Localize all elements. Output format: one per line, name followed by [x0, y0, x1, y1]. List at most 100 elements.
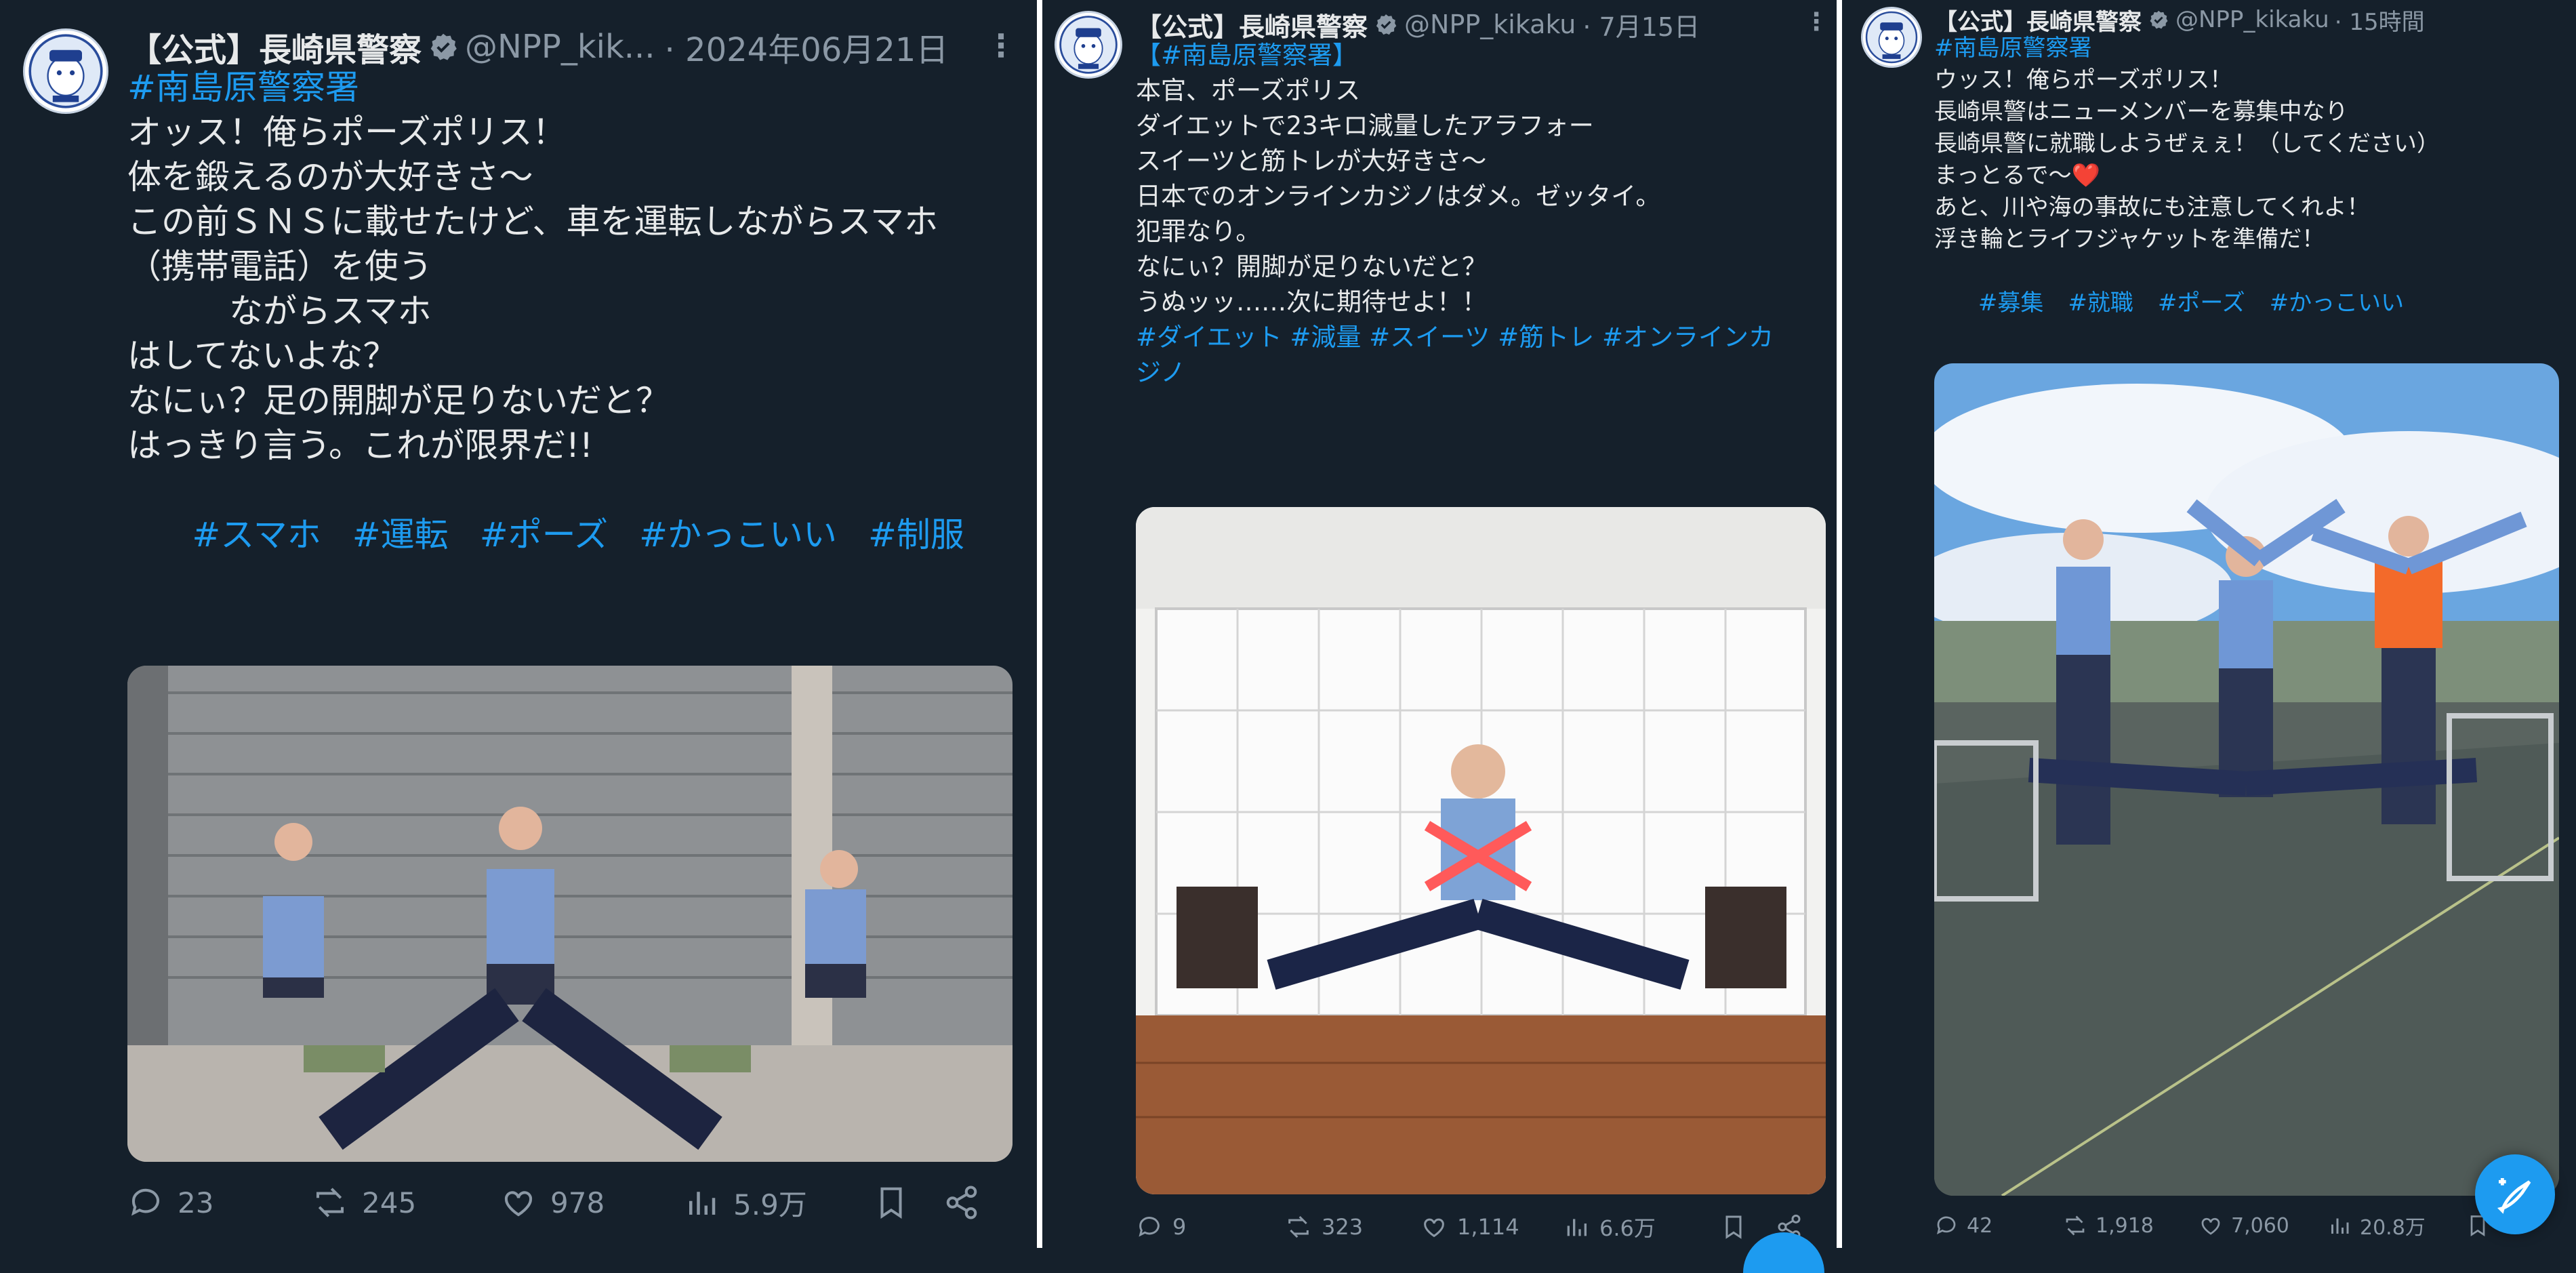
reply-button[interactable]: 42: [1934, 1213, 1992, 1238]
bookmark-icon: [1725, 1215, 1742, 1239]
text-line: なにぃ？開脚が足りないだと？: [1136, 252, 1487, 281]
compose-post-icon: [2497, 1178, 2531, 1214]
verified-badge-icon: [428, 32, 458, 62]
tweet-1[interactable]: 【公式】長崎県警察 @NPP_kik... · 2024年06月21日 ⋮ #南…: [0, 0, 1037, 1248]
hashtag-link[interactable]: #南島原警察署: [127, 65, 996, 110]
view-count: 20.8万: [2360, 1216, 2426, 1240]
text-line: ながらスマホ: [127, 291, 432, 331]
hashtag-row: #スマホ #運転 #ポーズ #かっこいい #制服: [127, 468, 996, 602]
repost-icon: [2066, 1215, 2085, 1236]
like-count: 7,060: [2231, 1213, 2289, 1238]
action-bar: 42 1,918 7,060 20.8万: [1934, 1211, 2571, 1240]
text-line: 長崎県警はニューメンバーを募集中なり: [1934, 98, 2348, 125]
hashtag-link[interactable]: #就職: [2068, 289, 2133, 317]
repost-count: 245: [362, 1186, 417, 1219]
more-options-icon[interactable]: ⋮: [1804, 8, 1828, 36]
view-count: 6.6万: [1599, 1215, 1656, 1241]
text-line: ダイエットで23キロ減量したアラフォー: [1136, 111, 1594, 140]
tweet-text: #南島原警察署 ウッス！俺らポーズポリス！ 長崎県警はニューメンバーを募集中なり…: [1934, 33, 2440, 351]
action-bar: 23 245 978 5.9万: [127, 1182, 988, 1223]
post-date[interactable]: · 15時間: [2335, 3, 2425, 37]
tweet-2[interactable]: 【公式】長崎県警察 @NPP_kikaku · 7月15日 ⋮ 【#南島原警察署…: [1044, 0, 1830, 1248]
views-button[interactable]: 5.9万: [683, 1182, 807, 1224]
text-line: はっきり言う。これが限界だ!!: [127, 426, 594, 465]
repost-count: 323: [1322, 1214, 1364, 1240]
text-line: うぬッッ‥‥‥次に期待せよ！！: [1136, 287, 1488, 317]
text-line: （携帯電話）を使う: [127, 247, 432, 286]
views-button[interactable]: 6.6万: [1563, 1211, 1656, 1242]
like-count: 1,114: [1457, 1214, 1519, 1240]
action-bar: 9 323 1,114 6.6万: [1136, 1211, 1820, 1243]
tweet-3[interactable]: 【公式】長崎県警察 @NPP_kikaku · 15時間 #南島原警察署 ウッス…: [1843, 0, 2576, 1248]
repost-count: 1,918: [2095, 1213, 2154, 1238]
profile-avatar[interactable]: [1861, 7, 1922, 68]
post-photo[interactable]: [1934, 363, 2559, 1196]
text-line: 本官、ポーズポリス: [1136, 76, 1361, 105]
bracket-hashtag[interactable]: 【#南島原警察署】: [1136, 41, 1357, 70]
account-name[interactable]: 【公式】長崎県警察: [1934, 3, 2142, 37]
account-handle[interactable]: @NPP_kik...: [465, 28, 655, 66]
hashtag-link[interactable]: #かっこいい: [639, 515, 837, 554]
like-button[interactable]: 7,060: [2199, 1213, 2289, 1238]
tweet-text: #南島原警察署 オッス！俺らポーズポリス！ 体を鍛えるのが大好きさ〜 この前ＳＮ…: [127, 65, 996, 602]
text-line: なにぃ？足の開脚が足りないだと？: [127, 381, 670, 420]
share-button[interactable]: [943, 1184, 980, 1221]
reply-count: 9: [1172, 1214, 1187, 1240]
hashtag-link[interactable]: #ダイエット #減量 #スイーツ #筋トレ #オンラインカ: [1136, 320, 1774, 355]
bookmark-button[interactable]: [1720, 1213, 1747, 1240]
text-line: オッス！俺らポーズポリス！: [127, 113, 567, 152]
profile-avatar[interactable]: [23, 28, 108, 114]
hashtag-link[interactable]: #ポーズ: [480, 515, 608, 554]
like-button[interactable]: 978: [500, 1184, 605, 1221]
repost-button[interactable]: 245: [312, 1184, 416, 1221]
reply-icon: [1936, 1216, 1956, 1235]
hashtag-link[interactable]: #かっこいい: [2270, 289, 2405, 317]
reply-button[interactable]: 9: [1136, 1213, 1186, 1240]
text-line: スイーツと筋トレが大好きさ〜: [1136, 146, 1487, 176]
tweet-header: 【公式】長崎県警察 @NPP_kik... · 2024年06月21日: [129, 23, 948, 70]
compose-post-button[interactable]: [2475, 1154, 2555, 1234]
text-line: まっとるで〜❤️: [1934, 162, 2100, 189]
profile-avatar[interactable]: [1055, 11, 1122, 79]
hashtag-link[interactable]: #南島原警察署: [1934, 33, 2440, 64]
like-count: 978: [550, 1186, 605, 1219]
repost-button[interactable]: 323: [1285, 1213, 1363, 1240]
account-handle[interactable]: @NPP_kikaku: [1404, 9, 1576, 39]
bookmark-icon: [880, 1187, 902, 1219]
hashtag-link[interactable]: #運転: [352, 515, 449, 554]
view-count: 5.9万: [733, 1188, 807, 1221]
post-photo[interactable]: [127, 666, 1013, 1162]
more-options-icon[interactable]: ⋮: [985, 27, 1017, 64]
reply-count: 42: [1967, 1213, 1993, 1238]
police-mascot-icon: [1057, 13, 1120, 77]
share-icon: [946, 1186, 977, 1219]
panel-separator: [1037, 0, 1042, 1248]
views-button[interactable]: 20.8万: [2327, 1211, 2426, 1240]
panel-separator: [1837, 0, 1842, 1248]
hashtag-link[interactable]: #スマホ: [192, 515, 321, 554]
account-name[interactable]: 【公式】長崎県警察: [129, 23, 422, 70]
hashtag-link[interactable]: ジノ: [1136, 355, 1774, 390]
reply-button[interactable]: 23: [127, 1184, 213, 1221]
account-handle[interactable]: @NPP_kikaku: [2175, 6, 2329, 33]
tweet-header: 【公式】長崎県警察 @NPP_kikaku · 7月15日: [1136, 7, 1700, 42]
repost-button[interactable]: 1,918: [2063, 1213, 2154, 1238]
hashtag-row: #募集 #就職 #ポーズ #かっこいい: [1934, 256, 2440, 351]
like-icon: [2201, 1217, 2220, 1235]
reply-count: 23: [178, 1186, 214, 1219]
hashtag-link[interactable]: #制服: [868, 515, 964, 554]
bookmark-button[interactable]: [873, 1184, 909, 1221]
text-line: 浮き輪とライフジャケットを準備だ！: [1934, 226, 2325, 253]
reply-icon: [131, 1188, 160, 1216]
text-line: 長崎県警に就職しようぜぇぇ！（してください）: [1934, 130, 2440, 157]
post-date[interactable]: · 2024年06月21日: [665, 23, 949, 70]
hashtag-link[interactable]: #募集: [1978, 289, 2044, 317]
repost-icon: [1288, 1215, 1309, 1238]
text-line: ウッス！俺らポーズポリス！: [1934, 66, 2233, 94]
hashtag-link[interactable]: #ポーズ: [2158, 289, 2245, 317]
text-line: この前ＳＮＳに載せたけど、車を運転しながらスマホ: [127, 202, 938, 241]
post-photo[interactable]: [1136, 507, 1826, 1194]
text-line: 体を鍛えるのが大好きさ〜: [127, 157, 533, 197]
like-button[interactable]: 1,114: [1420, 1213, 1519, 1240]
text-line: あと、川や海の事故にも注意してくれよ！: [1934, 194, 2370, 221]
